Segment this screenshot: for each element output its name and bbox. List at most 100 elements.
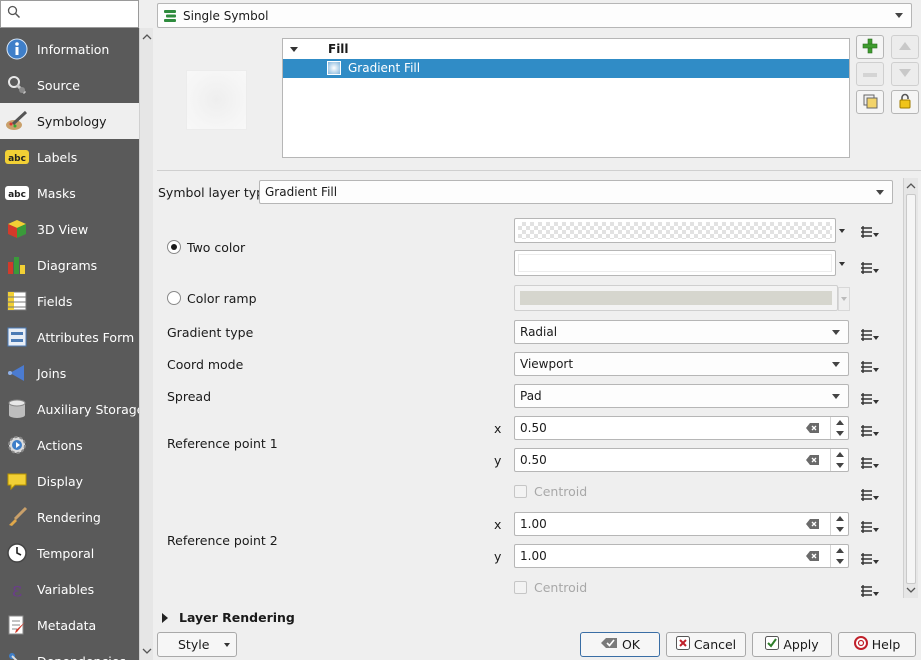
tree-root-label: Fill (328, 42, 349, 56)
color-ramp-button[interactable] (514, 285, 838, 311)
coord-mode-combo[interactable]: Viewport (514, 352, 849, 376)
data-defined-override-button[interactable] (858, 222, 882, 244)
move-down-button[interactable] (891, 62, 919, 86)
sidebar-item[interactable]: abc Masks (0, 175, 139, 211)
spin-arrows[interactable] (830, 449, 848, 471)
sidebar-item[interactable]: Display (0, 463, 139, 499)
sidebar-item[interactable]: Attributes Form (0, 319, 139, 355)
data-defined-override-button[interactable] (858, 453, 882, 475)
data-defined-override-button[interactable] (858, 258, 882, 280)
ref1-x-spinbox[interactable]: 0.50 (514, 416, 849, 440)
two-color-radio[interactable] (167, 240, 181, 254)
sidebar-item[interactable]: Fields (0, 283, 139, 319)
move-up-button[interactable] (891, 35, 919, 59)
gradient-type-combo[interactable]: Radial (514, 320, 849, 344)
diagram-icon (5, 253, 29, 277)
color2-dropdown[interactable] (836, 253, 848, 275)
sidebar-item-label: Temporal (37, 545, 95, 561)
clear-icon[interactable] (806, 550, 820, 565)
spin-arrows[interactable] (830, 545, 848, 567)
data-defined-override-button[interactable] (858, 581, 882, 603)
paintbrush-icon (5, 505, 29, 529)
sidebar-item[interactable]: 3D View (0, 211, 139, 247)
color1-button[interactable] (514, 218, 836, 243)
data-defined-override-button[interactable] (858, 325, 882, 347)
spin-arrows[interactable] (830, 417, 848, 439)
color2-button[interactable] (514, 250, 836, 276)
data-defined-override-button[interactable] (858, 485, 882, 507)
sidebar-item[interactable]: Symbology (0, 103, 139, 139)
sidebar-item[interactable]: Rendering (0, 499, 139, 535)
sidebar-item[interactable]: abc Labels (0, 139, 139, 175)
tree-item-gradient-fill[interactable]: Gradient Fill (283, 59, 849, 78)
database-icon (5, 397, 29, 421)
sidebar-item-label: Dependencies (37, 654, 126, 660)
sidebar-item[interactable]: Joins (0, 355, 139, 391)
help-button[interactable]: Help (838, 632, 916, 657)
cancel-button[interactable]: Cancel (666, 632, 746, 657)
sidebar-item-label: Display (37, 473, 84, 489)
ref2-x-spinbox[interactable]: 1.00 (514, 512, 849, 536)
duplicate-icon (862, 93, 878, 112)
apply-button[interactable]: Apply (752, 632, 832, 657)
data-defined-override-button[interactable] (858, 357, 882, 379)
sidebar-item[interactable]: Temporal (0, 535, 139, 571)
data-defined-override-button[interactable] (858, 549, 882, 571)
data-defined-override-button[interactable] (858, 389, 882, 411)
sidebar-item[interactable]: Dependencies (0, 643, 139, 660)
tree-root-row[interactable]: Fill (283, 41, 849, 59)
search-input[interactable] (0, 0, 139, 28)
sidebar-item[interactable]: Source (0, 67, 139, 103)
sidebar-item-label: Rendering (37, 509, 101, 525)
color1-dropdown[interactable] (836, 220, 848, 242)
sidebar-item[interactable]: Actions (0, 427, 139, 463)
ref2-y-spinbox[interactable]: 1.00 (514, 544, 849, 568)
sidebar-item[interactable]: Information (0, 31, 139, 67)
sidebar-item[interactable]: Auxiliary Storage (0, 391, 139, 427)
spread-value: Pad (520, 389, 542, 403)
ok-button[interactable]: OK (580, 632, 660, 657)
add-layer-button[interactable] (856, 35, 884, 59)
data-defined-override-button[interactable] (858, 421, 882, 443)
ref2-centroid-checkbox[interactable] (514, 581, 527, 594)
abc-label-icon: abc (5, 145, 29, 169)
sidebar-item-label: Auxiliary Storage (37, 401, 139, 417)
clear-icon[interactable] (806, 454, 820, 469)
minus-icon (862, 67, 878, 81)
two-color-label[interactable]: Two color (187, 240, 245, 255)
expand-arrow-icon[interactable] (290, 47, 298, 52)
sidebar-item[interactable]: Diagrams (0, 247, 139, 283)
sidebar-scrollbar[interactable] (139, 28, 153, 660)
chevron-down-icon (895, 13, 903, 18)
gear-play-icon (5, 433, 29, 457)
ref1-centroid-checkbox[interactable] (514, 485, 527, 498)
color-ramp-dropdown[interactable] (838, 287, 850, 311)
duplicate-layer-button[interactable] (856, 90, 884, 114)
lock-layer-button[interactable] (891, 90, 919, 114)
remove-layer-button[interactable] (856, 62, 884, 86)
spin-arrows[interactable] (830, 513, 848, 535)
style-button[interactable]: Style (157, 632, 237, 657)
help-label: Help (871, 637, 901, 652)
properties-scrollbar[interactable] (903, 178, 918, 598)
expand-arrow-icon[interactable] (162, 613, 168, 623)
scrollbar-thumb[interactable] (906, 194, 916, 584)
color-ramp-radio[interactable] (167, 291, 181, 305)
spread-combo[interactable]: Pad (514, 384, 849, 408)
ok-check-icon (600, 636, 618, 653)
chevron-down-icon (832, 330, 840, 335)
sidebar-item[interactable]: Metadata (0, 607, 139, 643)
layer-rendering-label[interactable]: Layer Rendering (179, 610, 295, 625)
symbol-layer-tree[interactable]: Fill Gradient Fill (282, 38, 850, 158)
data-defined-override-button[interactable] (858, 517, 882, 539)
layer-type-combo[interactable]: Gradient Fill (259, 180, 893, 204)
sidebar-item[interactable]: ε Variables (0, 571, 139, 607)
clear-icon[interactable] (806, 518, 820, 533)
help-lifebuoy-icon (853, 636, 868, 653)
renderer-combo[interactable]: Single Symbol (157, 3, 912, 28)
ref1-y-spinbox[interactable]: 0.50 (514, 448, 849, 472)
info-icon (5, 37, 29, 61)
color-ramp-label[interactable]: Color ramp (187, 291, 257, 306)
clear-icon[interactable] (806, 422, 820, 437)
renderer-label: Single Symbol (183, 8, 269, 23)
